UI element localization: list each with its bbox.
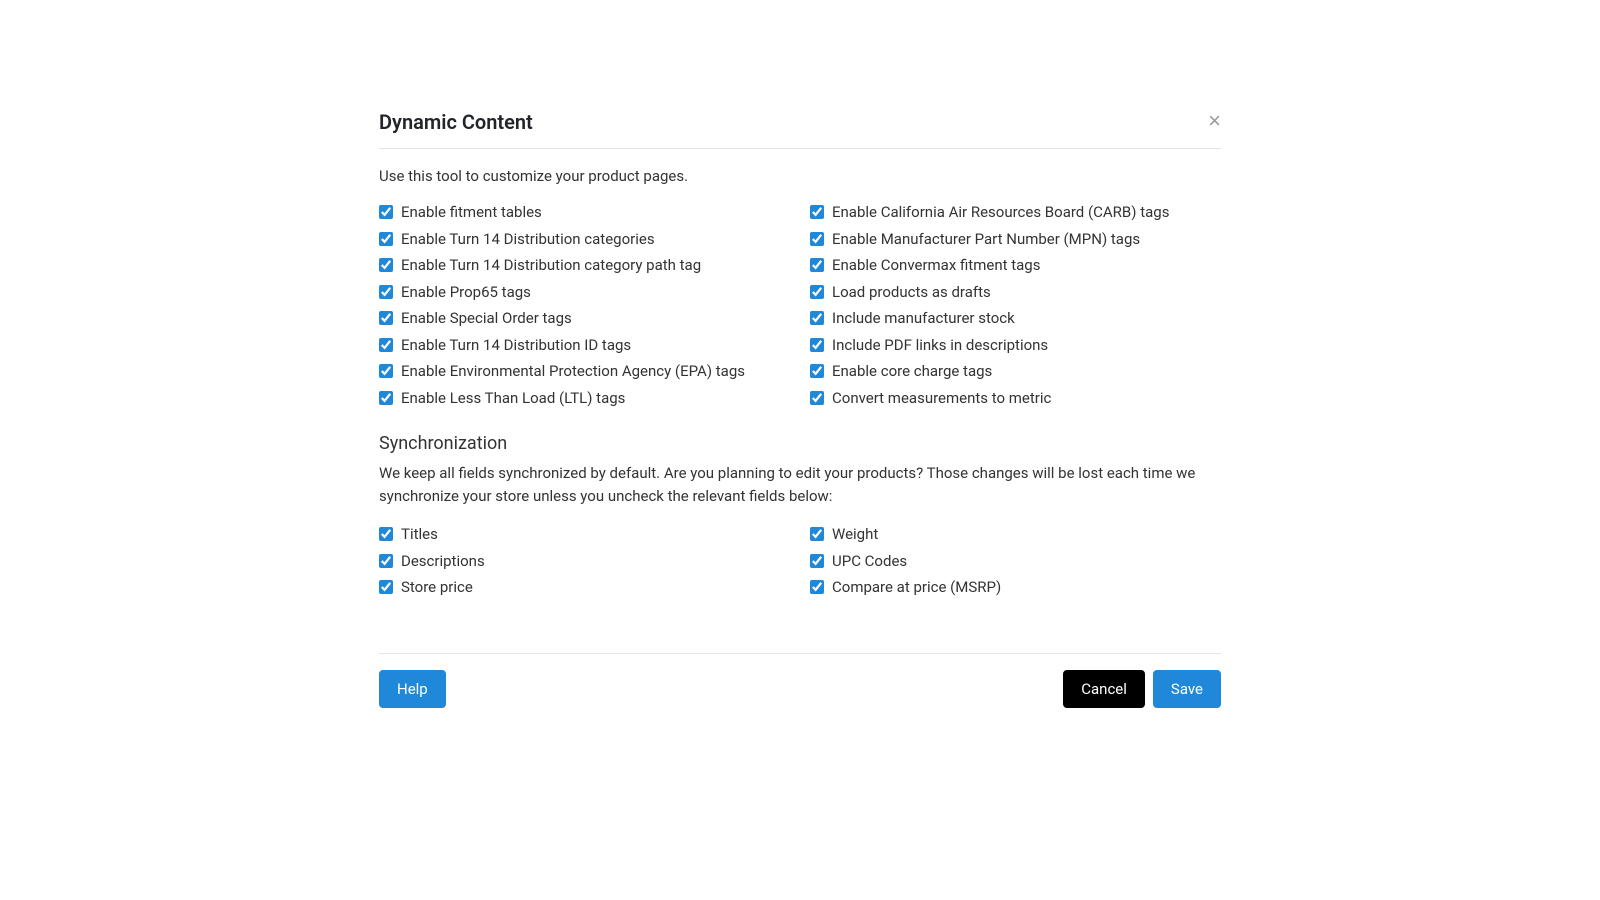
option-row: Enable Prop65 tags: [379, 281, 790, 304]
option-row: Enable Turn 14 Distribution categories: [379, 228, 790, 251]
option-checkbox[interactable]: [379, 285, 393, 299]
sync-option-row: Weight: [810, 523, 1221, 546]
option-row: Enable Convermax fitment tags: [810, 254, 1221, 277]
option-checkbox[interactable]: [379, 364, 393, 378]
option-label[interactable]: Enable California Air Resources Board (C…: [832, 201, 1169, 224]
cancel-button[interactable]: Cancel: [1063, 670, 1145, 708]
option-checkbox[interactable]: [810, 205, 824, 219]
sync-intro-text: We keep all fields synchronized by defau…: [379, 462, 1221, 507]
option-row: Enable Special Order tags: [379, 307, 790, 330]
option-row: Include PDF links in descriptions: [810, 334, 1221, 357]
option-label[interactable]: Enable Convermax fitment tags: [832, 254, 1040, 277]
option-row: Convert measurements to metric: [810, 387, 1221, 410]
sync-option-label[interactable]: Weight: [832, 523, 878, 546]
option-row: Enable Manufacturer Part Number (MPN) ta…: [810, 228, 1221, 251]
option-row: Enable Less Than Load (LTL) tags: [379, 387, 790, 410]
close-icon: ×: [1208, 108, 1221, 133]
option-row: Load products as drafts: [810, 281, 1221, 304]
help-button[interactable]: Help: [379, 670, 446, 708]
option-checkbox[interactable]: [810, 258, 824, 272]
option-label[interactable]: Load products as drafts: [832, 281, 991, 304]
sync-option-label[interactable]: UPC Codes: [832, 550, 907, 573]
options-left-column: Enable fitment tables Enable Turn 14 Dist…: [379, 201, 790, 413]
sync-option-label[interactable]: Descriptions: [401, 550, 485, 573]
option-label[interactable]: Include PDF links in descriptions: [832, 334, 1048, 357]
option-row: Include manufacturer stock: [810, 307, 1221, 330]
option-label[interactable]: Enable Turn 14 Distribution category pat…: [401, 254, 701, 277]
sync-option-checkbox[interactable]: [379, 527, 393, 541]
sync-option-label[interactable]: Titles: [401, 523, 438, 546]
sync-left-column: Titles Descriptions Store price: [379, 523, 790, 603]
modal-header: Dynamic Content ×: [379, 110, 1221, 149]
option-checkbox[interactable]: [379, 205, 393, 219]
option-checkbox[interactable]: [379, 391, 393, 405]
option-row: Enable core charge tags: [810, 360, 1221, 383]
option-label[interactable]: Enable Special Order tags: [401, 307, 572, 330]
option-label[interactable]: Enable Turn 14 Distribution ID tags: [401, 334, 631, 357]
option-checkbox[interactable]: [379, 311, 393, 325]
option-label[interactable]: Enable Less Than Load (LTL) tags: [401, 387, 625, 410]
modal-title: Dynamic Content: [379, 110, 533, 134]
option-label[interactable]: Convert measurements to metric: [832, 387, 1051, 410]
option-row: Enable California Air Resources Board (C…: [810, 201, 1221, 224]
sync-option-row: UPC Codes: [810, 550, 1221, 573]
option-label[interactable]: Enable Prop65 tags: [401, 281, 531, 304]
option-checkbox[interactable]: [379, 232, 393, 246]
sync-option-row: Compare at price (MSRP): [810, 576, 1221, 599]
option-row: Enable Environmental Protection Agency (…: [379, 360, 790, 383]
option-label[interactable]: Include manufacturer stock: [832, 307, 1015, 330]
sync-option-checkbox[interactable]: [379, 554, 393, 568]
option-label[interactable]: Enable Environmental Protection Agency (…: [401, 360, 745, 383]
sync-option-row: Descriptions: [379, 550, 790, 573]
option-label[interactable]: Enable Manufacturer Part Number (MPN) ta…: [832, 228, 1140, 251]
option-checkbox[interactable]: [810, 285, 824, 299]
save-button[interactable]: Save: [1153, 670, 1221, 708]
option-checkbox[interactable]: [379, 258, 393, 272]
footer-right-group: Cancel Save: [1063, 670, 1221, 708]
sync-option-checkbox[interactable]: [379, 580, 393, 594]
option-row: Enable Turn 14 Distribution category pat…: [379, 254, 790, 277]
sync-option-checkbox[interactable]: [810, 554, 824, 568]
sync-option-row: Store price: [379, 576, 790, 599]
options-right-column: Enable California Air Resources Board (C…: [810, 201, 1221, 413]
option-checkbox[interactable]: [379, 338, 393, 352]
intro-text: Use this tool to customize your product …: [379, 167, 1221, 185]
sync-heading: Synchronization: [379, 433, 1221, 454]
option-checkbox[interactable]: [810, 232, 824, 246]
close-button[interactable]: ×: [1208, 110, 1221, 132]
option-label[interactable]: Enable core charge tags: [832, 360, 992, 383]
option-checkbox[interactable]: [810, 338, 824, 352]
option-row: Enable fitment tables: [379, 201, 790, 224]
sync-grid: Titles Descriptions Store price Weight UPC …: [379, 523, 1221, 603]
option-row: Enable Turn 14 Distribution ID tags: [379, 334, 790, 357]
modal-footer: Help Cancel Save: [379, 653, 1221, 708]
sync-option-label[interactable]: Store price: [401, 576, 473, 599]
option-checkbox[interactable]: [810, 391, 824, 405]
options-grid: Enable fitment tables Enable Turn 14 Dist…: [379, 201, 1221, 413]
option-checkbox[interactable]: [810, 311, 824, 325]
dynamic-content-modal: Dynamic Content × Use this tool to custo…: [379, 110, 1221, 708]
sync-option-checkbox[interactable]: [810, 580, 824, 594]
sync-option-checkbox[interactable]: [810, 527, 824, 541]
sync-right-column: Weight UPC Codes Compare at price (MSRP): [810, 523, 1221, 603]
option-checkbox[interactable]: [810, 364, 824, 378]
sync-option-row: Titles: [379, 523, 790, 546]
option-label[interactable]: Enable Turn 14 Distribution categories: [401, 228, 655, 251]
option-label[interactable]: Enable fitment tables: [401, 201, 542, 224]
sync-option-label[interactable]: Compare at price (MSRP): [832, 576, 1001, 599]
